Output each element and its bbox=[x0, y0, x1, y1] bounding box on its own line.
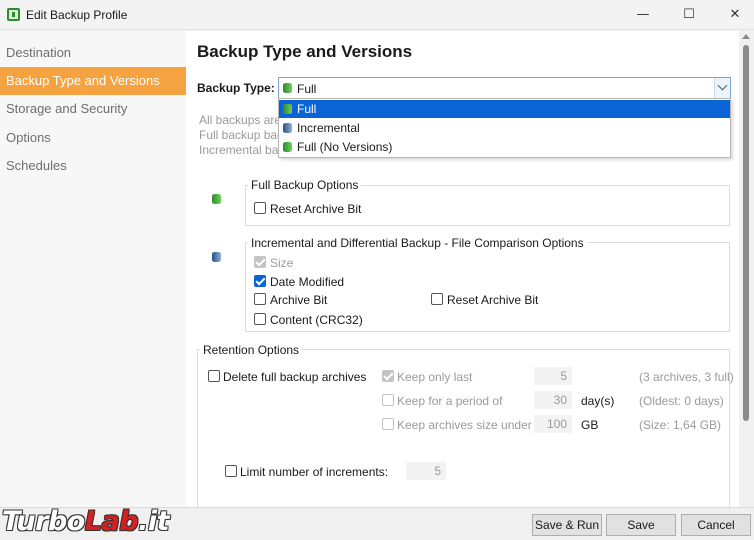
keep-period-info: (Oldest: 0 days) bbox=[639, 394, 724, 408]
description-line-3: Incremental bac bbox=[199, 143, 285, 157]
date-modified-checkbox[interactable] bbox=[254, 275, 266, 287]
scroll-up-icon[interactable] bbox=[742, 34, 750, 39]
window-title: Edit Backup Profile bbox=[26, 8, 128, 22]
full-reset-archive-bit-label: Reset Archive Bit bbox=[270, 202, 362, 216]
sidebar-item-schedules[interactable]: Schedules bbox=[0, 152, 186, 180]
retention-options-title: Retention Options bbox=[200, 343, 303, 357]
keep-period-checkbox[interactable] bbox=[382, 394, 394, 406]
archive-bit-label: Archive Bit bbox=[270, 293, 328, 307]
delete-full-archives-checkbox[interactable] bbox=[208, 370, 220, 382]
incremental-backup-icon bbox=[283, 123, 292, 133]
sidebar-item-storage-and-security[interactable]: Storage and Security bbox=[0, 95, 186, 123]
limit-increments-input[interactable]: 5 bbox=[406, 462, 446, 480]
save-and-run-button[interactable]: Save & Run bbox=[532, 514, 602, 536]
full-backup-options-title: Full Backup Options bbox=[248, 178, 362, 192]
sidebar-item-options[interactable]: Options bbox=[0, 124, 186, 152]
minimize-button[interactable]: — bbox=[620, 0, 666, 30]
backup-type-label: Backup Type: bbox=[197, 81, 275, 95]
title-bar: Edit Backup Profile — ☐ ✕ bbox=[0, 0, 754, 30]
app-icon bbox=[7, 8, 20, 21]
save-button[interactable]: Save bbox=[606, 514, 676, 536]
main-panel: Backup Type and Versions Backup Type: Fu… bbox=[186, 31, 739, 507]
size-label: Size bbox=[270, 256, 294, 270]
description-line-1: All backups are bbox=[199, 113, 282, 127]
incremental-reset-archive-bit-label: Reset Archive Bit bbox=[447, 293, 539, 307]
description-line-2: Full backup back bbox=[199, 128, 290, 142]
keep-size-checkbox[interactable] bbox=[382, 418, 394, 430]
full-backup-icon bbox=[283, 83, 292, 93]
full-backup-icon bbox=[283, 104, 292, 114]
dropdown-option-full-no-versions[interactable]: Full (No Versions) bbox=[279, 138, 730, 156]
sidebar-item-destination[interactable]: Destination bbox=[0, 39, 186, 67]
full-reset-archive-bit-checkbox[interactable] bbox=[254, 202, 266, 214]
vertical-scrollbar[interactable] bbox=[739, 31, 754, 507]
full-backup-icon bbox=[212, 194, 221, 204]
keep-only-last-info: (3 archives, 3 full) bbox=[639, 370, 734, 384]
chevron-down-icon bbox=[717, 80, 728, 91]
backup-type-select[interactable]: Full bbox=[278, 77, 731, 99]
keep-period-label: Keep for a period of bbox=[397, 394, 503, 408]
delete-full-archives-label: Delete full backup archives bbox=[223, 370, 367, 384]
keep-period-unit: day(s) bbox=[581, 394, 615, 408]
content-crc32-checkbox[interactable] bbox=[254, 313, 266, 325]
full-no-versions-icon bbox=[283, 142, 292, 152]
dropdown-option-incremental[interactable]: Incremental bbox=[279, 119, 730, 137]
turbolab-watermark: TurboLab.it bbox=[2, 506, 170, 537]
dropdown-button[interactable] bbox=[714, 78, 730, 98]
cancel-button[interactable]: Cancel bbox=[681, 514, 751, 536]
content-crc32-label: Content (CRC32) bbox=[270, 313, 363, 327]
limit-increments-checkbox[interactable] bbox=[225, 465, 237, 477]
archive-bit-checkbox[interactable] bbox=[254, 293, 266, 305]
keep-only-last-input[interactable]: 5 bbox=[534, 367, 572, 385]
sidebar: Destination Backup Type and Versions Sto… bbox=[0, 31, 186, 507]
keep-period-input[interactable]: 30 bbox=[534, 391, 572, 409]
keep-size-unit: GB bbox=[581, 418, 599, 432]
scrollbar-thumb[interactable] bbox=[743, 45, 749, 421]
date-modified-label: Date Modified bbox=[270, 275, 345, 289]
dropdown-option-full[interactable]: Full bbox=[279, 100, 730, 118]
keep-size-input[interactable]: 100 bbox=[534, 415, 572, 433]
close-button[interactable]: ✕ bbox=[712, 0, 754, 30]
sidebar-item-backup-type-and-versions[interactable]: Backup Type and Versions bbox=[0, 67, 186, 95]
limit-increments-label: Limit number of increments: bbox=[240, 465, 389, 479]
incremental-reset-archive-bit-checkbox[interactable] bbox=[431, 293, 443, 305]
incremental-options-title: Incremental and Differential Backup - Fi… bbox=[248, 236, 587, 250]
maximize-button[interactable]: ☐ bbox=[666, 0, 712, 30]
keep-only-last-label: Keep only last bbox=[397, 370, 473, 384]
incremental-backup-icon bbox=[212, 252, 221, 262]
page-title: Backup Type and Versions bbox=[197, 42, 413, 61]
backup-type-dropdown: Full Incremental Full (No Versions) bbox=[278, 98, 731, 158]
backup-type-value: Full bbox=[297, 82, 317, 96]
size-checkbox[interactable] bbox=[254, 256, 266, 268]
keep-size-label: Keep archives size under bbox=[397, 418, 532, 432]
keep-size-info: (Size: 1,64 GB) bbox=[639, 418, 722, 432]
keep-only-last-checkbox[interactable] bbox=[382, 370, 394, 382]
